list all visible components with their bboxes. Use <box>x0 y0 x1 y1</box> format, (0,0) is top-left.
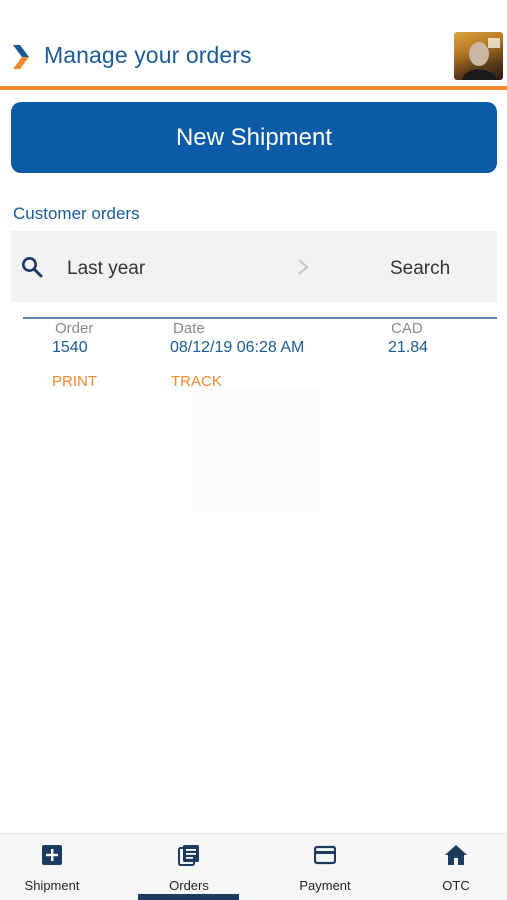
credit-card-icon <box>314 845 336 865</box>
column-header-amount: CAD <box>391 320 423 337</box>
table-divider <box>23 317 497 319</box>
tab-otc[interactable]: OTC <box>396 834 507 900</box>
column-header-order: Order <box>55 320 94 337</box>
bottom-tab-bar: Shipment Orders Payment OTC <box>0 833 507 900</box>
active-tab-indicator <box>138 894 239 900</box>
tab-orders[interactable]: Orders <box>129 834 249 900</box>
print-link[interactable]: PRINT <box>52 373 97 390</box>
column-header-date: Date <box>173 320 205 337</box>
orders-icon <box>178 845 199 866</box>
date-range-selector[interactable]: Last year <box>67 258 145 280</box>
loading-placeholder <box>192 386 320 512</box>
search-icon[interactable] <box>21 256 43 278</box>
section-title: Customer orders <box>13 204 140 223</box>
person-icon <box>462 38 500 80</box>
plus-square-icon <box>42 845 62 865</box>
order-date: 08/12/19 06:28 AM <box>170 339 305 356</box>
tab-label: OTC <box>442 878 470 893</box>
order-amount: 21.84 <box>388 339 429 356</box>
tab-label: Shipment <box>24 878 80 893</box>
app-header: Manage your orders <box>0 0 507 90</box>
chevron-right-icon[interactable] <box>297 258 309 276</box>
tab-label: Orders <box>169 878 209 893</box>
tab-label: Payment <box>299 878 351 893</box>
home-icon <box>445 845 467 865</box>
tab-shipment[interactable]: Shipment <box>0 834 112 900</box>
chevron-right-icon[interactable] <box>12 44 30 70</box>
order-filter-bar[interactable]: Last year Search <box>11 231 497 302</box>
order-number[interactable]: 1540 <box>52 339 88 357</box>
search-button[interactable]: Search <box>390 258 450 280</box>
header-divider <box>0 86 507 90</box>
avatar[interactable] <box>454 32 503 80</box>
tab-payment[interactable]: Payment <box>265 834 385 900</box>
page-title: Manage your orders <box>44 42 252 68</box>
new-shipment-button[interactable]: New Shipment <box>11 102 497 173</box>
